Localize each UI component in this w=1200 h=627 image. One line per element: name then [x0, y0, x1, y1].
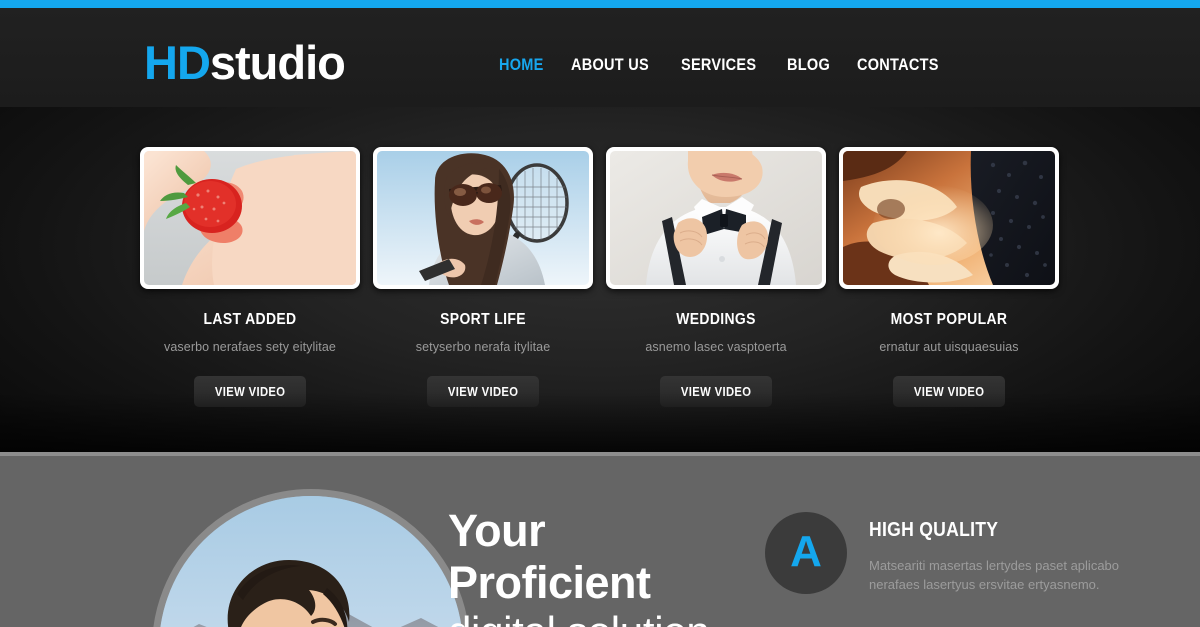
portfolio-card-list: LAST ADDED vaserbo nerafaes sety eitylit…: [140, 147, 1070, 407]
site-logo[interactable]: HDstudio: [144, 36, 346, 89]
portfolio-thumbnail[interactable]: [839, 147, 1059, 289]
portfolio-card-description: vaserbo nerafaes sety eitylitae: [164, 340, 336, 354]
page-root: HDstudio HOME ABOUT US SERVICES BLOG CON…: [0, 0, 1200, 627]
groom-bowtie-photo: [610, 151, 822, 285]
warm-abstract-photo: [843, 151, 1055, 285]
portfolio-card-title: SPORT LIFE: [440, 311, 526, 328]
portfolio-thumbnail[interactable]: [373, 147, 593, 289]
nav-item-services[interactable]: SERVICES: [681, 56, 756, 75]
feature-description: Matseariti masertas lertydes paset aplic…: [869, 558, 1120, 592]
portfolio-card-description: setyserbo nerafa itylitae: [415, 340, 551, 354]
tennis-woman-photo: [377, 151, 589, 285]
headline-line-1: Your: [448, 505, 546, 556]
main-navigation: HOME ABOUT US SERVICES BLOG CONTACTS: [499, 56, 950, 75]
portfolio-card-title: LAST ADDED: [203, 311, 297, 328]
headline-line-2: Proficient: [448, 557, 651, 608]
view-video-button-label: VIEW VIDEO: [447, 385, 519, 399]
portfolio-card: MOST POPULAR ernatur aut uisquaesuias VI…: [839, 147, 1059, 407]
view-video-button[interactable]: VIEW VIDEO: [426, 376, 540, 407]
view-video-button[interactable]: VIEW VIDEO: [892, 376, 1006, 407]
portfolio-card-description: ernatur aut uisquaesuias: [879, 340, 1019, 354]
site-header: HDstudio HOME ABOUT US SERVICES BLOG CON…: [0, 8, 1200, 107]
view-video-button-label: VIEW VIDEO: [214, 385, 286, 399]
portfolio-card: SPORT LIFE setyserbo nerafa itylitae VIE…: [373, 147, 593, 407]
portfolio-thumbnail[interactable]: [140, 147, 360, 289]
logo-text-hd: HD: [144, 36, 211, 89]
cameraman-desert-photo: [152, 489, 470, 627]
portfolio-card-title: WEDDINGS: [676, 311, 756, 328]
feature-badge-circle-icon: A: [765, 512, 847, 594]
top-accent-bar: [0, 0, 1200, 8]
portfolio-section: LAST ADDED vaserbo nerafaes sety eitylit…: [0, 107, 1200, 452]
nav-item-blog[interactable]: BLOG: [787, 56, 830, 75]
view-video-button[interactable]: VIEW VIDEO: [659, 376, 773, 407]
feature-badge-letter: A: [790, 527, 822, 576]
view-video-button[interactable]: VIEW VIDEO: [193, 376, 307, 407]
nav-item-home[interactable]: HOME: [499, 56, 544, 75]
view-video-button-label: VIEW VIDEO: [913, 385, 985, 399]
nav-item-contacts[interactable]: CONTACTS: [857, 56, 939, 75]
portfolio-card: LAST ADDED vaserbo nerafaes sety eitylit…: [140, 147, 360, 407]
intro-headline: Your Proficient digital solution: [448, 505, 710, 627]
portfolio-card-description: asnemo lasec vasptoerta: [645, 340, 787, 354]
intro-section: Your Proficient digital solution A HIGH …: [0, 452, 1200, 627]
portfolio-card: WEDDINGS asnemo lasec vasptoerta VIEW VI…: [606, 147, 826, 407]
portfolio-card-title: MOST POPULAR: [890, 311, 1008, 328]
view-video-button-label: VIEW VIDEO: [680, 385, 752, 399]
portfolio-thumbnail[interactable]: [606, 147, 826, 289]
nav-item-about-us[interactable]: ABOUT US: [571, 56, 649, 75]
lips-strawberry-photo: [144, 151, 356, 285]
logo-text-studio: studio: [209, 36, 346, 89]
feature-title: HIGH QUALITY: [869, 519, 999, 541]
headline-line-3: digital solution: [448, 611, 710, 627]
